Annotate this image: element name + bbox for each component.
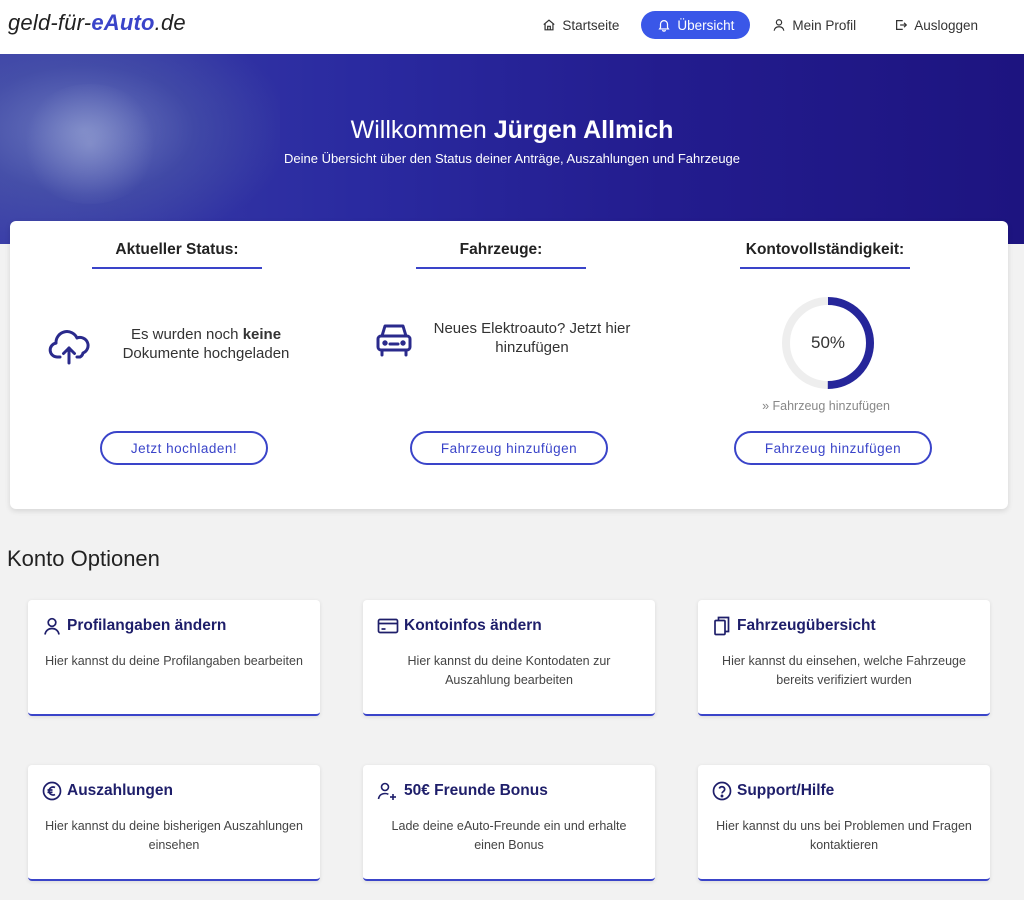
documents-icon <box>714 616 730 636</box>
option-card-desc: Hier kannst du deine Kontodaten zur Ausz… <box>407 654 611 687</box>
top-header: geld-für-eAuto.de Startseite Übersicht M… <box>0 0 1024 54</box>
nav-uebersicht-label: Übersicht <box>677 17 735 33</box>
vehicles-underline <box>416 267 586 269</box>
add-vehicle-button[interactable]: Fahrzeug hinzufügen <box>410 431 608 465</box>
option-card-desc: Hier kannst du einsehen, welche Fahrzeug… <box>722 654 966 687</box>
account-options-title: Konto Optionen <box>7 546 160 571</box>
option-card-title: Fahrzeugübersicht <box>737 617 876 634</box>
account-completeness-title: Kontovollständigkeit: <box>745 241 905 258</box>
credit-card-icon <box>377 618 399 634</box>
nav-mein-profil-label: Mein Profil <box>792 17 857 33</box>
bell-icon <box>658 20 670 32</box>
option-card-header: 50€ Freunde Bonus <box>377 781 548 801</box>
hero-banner: Willkommen Jürgen Allmich Deine Übersich… <box>0 54 1024 244</box>
option-card-desc: Hier kannst du deine Profilangaben bearb… <box>45 654 303 668</box>
nav-startseite-label: Startseite <box>562 17 620 33</box>
completeness-hint-link[interactable]: » Fahrzeug hinzufügen <box>726 399 926 413</box>
option-card-title: Kontoinfos ändern <box>404 617 542 634</box>
status-card: Aktueller Status: Es wurden noch keine D… <box>10 221 1008 509</box>
status-text-before: Es wurden noch <box>130 326 243 343</box>
option-card-vehicle-overview[interactable]: Fahrzeugübersicht Hier kannst du einsehe… <box>698 600 990 716</box>
upload-now-button[interactable]: Jetzt hochladen! <box>100 431 268 465</box>
vehicles-title: Fahrzeuge: <box>459 241 543 258</box>
user-icon <box>44 617 60 635</box>
current-status-title: Aktueller Status: <box>115 241 239 258</box>
option-card-account-info[interactable]: Kontoinfos ändern Hier kannst du deine K… <box>363 600 655 716</box>
option-card-header: Auszahlungen <box>42 781 173 801</box>
vehicles-text: Neues Elektroauto? Jetzt hier hinzufügen <box>433 320 631 356</box>
euro-icon <box>42 781 62 801</box>
nav-uebersicht[interactable]: Übersicht <box>641 11 751 39</box>
car-icon <box>376 324 412 357</box>
option-card-header: Fahrzeugübersicht <box>712 616 876 636</box>
logo-suffix: .de <box>154 10 186 35</box>
option-card-friends-bonus[interactable]: 50€ Freunde Bonus Lade deine eAuto-Freun… <box>363 765 655 881</box>
option-card-profile[interactable]: Profilangaben ändern Hier kannst du dein… <box>28 600 320 716</box>
option-card-support[interactable]: Support/Hilfe Hier kannst du uns bei Pro… <box>698 765 990 881</box>
option-card-desc: Lade deine eAuto-Freunde ein und erhalte… <box>391 819 627 852</box>
nav-mein-profil[interactable]: Mein Profil <box>756 11 872 39</box>
status-text-bold: keine <box>242 326 282 343</box>
option-card-header: Support/Hilfe <box>712 781 834 801</box>
home-icon <box>543 19 555 31</box>
vehicles-column: Fahrzeuge: Neues Elektroauto? Jetzt hier… <box>344 221 674 509</box>
nav-startseite[interactable]: Startseite <box>526 11 635 39</box>
welcome-title: Willkommen Jürgen Allmich <box>0 116 1024 145</box>
option-card-header: Profilangaben ändern <box>42 616 226 636</box>
option-card-header: Kontoinfos ändern <box>377 616 542 636</box>
welcome-subtitle: Deine Übersicht über den Status deiner A… <box>283 151 741 166</box>
welcome-greeting: Willkommen <box>350 116 487 144</box>
logout-icon <box>896 20 908 30</box>
completeness-percent: 50% <box>810 333 846 352</box>
option-card-title: Profilangaben ändern <box>67 617 227 634</box>
option-card-desc: Hier kannst du deine bisherigen Auszahlu… <box>45 819 303 852</box>
welcome-user-name: Jürgen Allmich <box>493 116 674 144</box>
help-icon <box>712 781 732 801</box>
site-logo[interactable]: geld-für-eAuto.de <box>8 10 186 36</box>
user-icon <box>773 19 785 31</box>
hero-background-photo <box>0 54 280 244</box>
option-card-title: Support/Hilfe <box>737 782 835 799</box>
current-status-underline <box>92 267 262 269</box>
add-vehicle-button-account[interactable]: Fahrzeug hinzufügen <box>734 431 932 465</box>
cloud-upload-icon <box>48 330 90 365</box>
add-user-icon <box>377 782 396 800</box>
main-nav: Startseite Übersicht Mein Profil Auslogg… <box>526 11 994 39</box>
nav-ausloggen-label: Ausloggen <box>914 17 978 33</box>
option-card-payouts[interactable]: Auszahlungen Hier kannst du deine bisher… <box>28 765 320 881</box>
account-completeness-underline <box>740 267 910 269</box>
logo-brand: eAuto <box>91 10 155 35</box>
option-card-title: 50€ Freunde Bonus <box>404 782 548 799</box>
logo-prefix: geld-für- <box>8 10 92 35</box>
account-completeness-column: Kontovollständigkeit: 50% » Fahrzeug hin… <box>658 221 988 509</box>
completeness-progress-ring: 50% <box>778 293 878 393</box>
status-text-after: Dokumente hochgeladen <box>122 345 290 362</box>
current-status-text: Es wurden noch keine Dokumente hochgelad… <box>106 325 306 363</box>
nav-ausloggen[interactable]: Ausloggen <box>878 11 994 39</box>
current-status-column: Aktueller Status: Es wurden noch keine D… <box>10 221 340 509</box>
option-card-title: Auszahlungen <box>67 782 173 799</box>
option-card-desc: Hier kannst du uns bei Problemen und Fra… <box>716 819 972 852</box>
